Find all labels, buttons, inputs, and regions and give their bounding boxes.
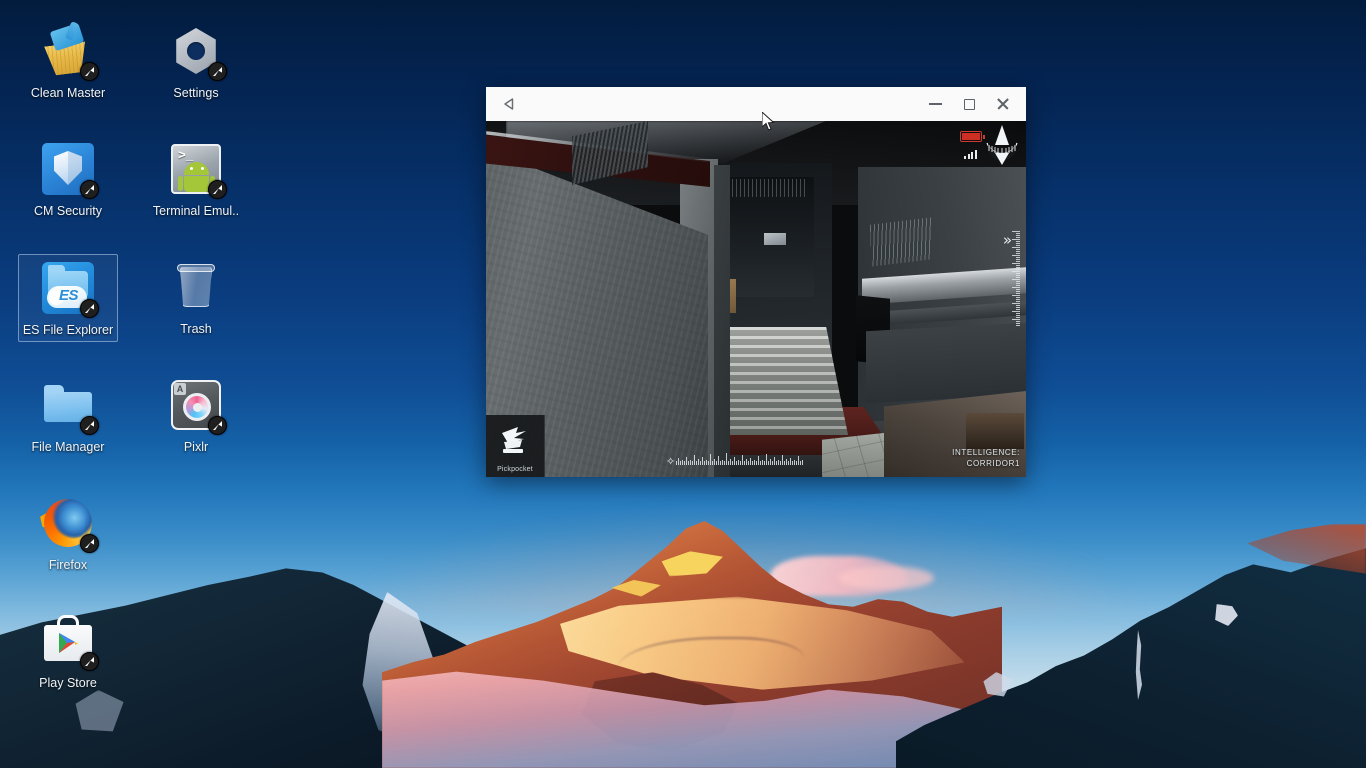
game-pillar-edge [714, 165, 730, 477]
desktop-icon-label: Terminal Emul.. [152, 204, 240, 218]
window-titlebar[interactable] [486, 87, 1026, 121]
play-triangle-icon [59, 633, 78, 653]
window-controls [918, 89, 1026, 119]
signal-bars-icon [964, 148, 978, 159]
desktop-icon-grid: Clean Master Settings CM Security >_ Ter… [0, 0, 270, 760]
objective-readout: INTELLIGENCE: CORRIDOR1 [952, 447, 1020, 469]
shortcut-arrow-icon [80, 299, 99, 318]
vertical-tick-scale [1010, 231, 1020, 357]
game-right-panel [866, 322, 1026, 404]
desktop-icon-label: Pixlr [183, 440, 209, 454]
desktop-icon-terminal-emulator[interactable]: >_ Terminal Emul.. [146, 136, 246, 222]
desktop-icon-label: CM Security [33, 204, 103, 218]
desktop-icon-clean-master[interactable]: Clean Master [18, 18, 118, 104]
desktop-icon-firefox[interactable]: Firefox [18, 490, 118, 576]
es-folder-cloud-icon: ES [39, 259, 99, 318]
desktop-icon-label: File Manager [31, 440, 105, 454]
desktop-icon-label: ES File Explorer [22, 323, 114, 337]
scale-marker-chevron-icon: » [1002, 231, 1012, 249]
shortcut-arrow-icon [80, 416, 99, 435]
gear-nut-icon [167, 22, 227, 81]
desktop-icon-settings[interactable]: Settings [146, 18, 246, 104]
desktop-icon-pixlr[interactable]: A Pixlr [146, 372, 246, 458]
terminal-android-icon: >_ [167, 140, 227, 199]
game-app-window[interactable]: » ✧ Pickpocket INTELLIGENCE: CORRIDOR1 [486, 87, 1026, 477]
compass-arc-icon [982, 123, 1022, 167]
game-right-dark-box [966, 413, 1024, 449]
desktop-icon-play-store[interactable]: Play Store [18, 608, 118, 694]
titlebar-left-group [486, 93, 521, 115]
shortcut-arrow-icon [208, 180, 227, 199]
light-gem-icon: ✧ [666, 456, 676, 468]
close-icon [996, 97, 1010, 111]
game-viewport[interactable]: » ✧ Pickpocket INTELLIGENCE: CORRIDOR1 [486, 121, 1026, 477]
ability-slot-pickpocket[interactable]: Pickpocket [486, 415, 545, 477]
shortcut-arrow-icon [80, 62, 99, 81]
desktop-icon-label: Clean Master [30, 86, 106, 100]
minimize-button[interactable] [918, 89, 952, 119]
folder-icon [39, 376, 99, 435]
desktop-icon-es-file-explorer[interactable]: ES ES File Explorer [18, 254, 118, 342]
desktop-icon-label: Play Store [39, 676, 97, 690]
wallpaper-crevasse [617, 636, 804, 694]
trash-bin-icon [167, 258, 225, 316]
close-button[interactable] [986, 89, 1020, 119]
objective-line-1: INTELLIGENCE: [952, 448, 1020, 457]
game-far-screen [764, 233, 786, 245]
ability-label: Pickpocket [497, 466, 533, 473]
broom-icon [39, 21, 99, 81]
shortcut-arrow-icon [80, 652, 99, 671]
shortcut-arrow-icon [208, 62, 227, 81]
desktop-icon-label: Settings [173, 86, 219, 100]
desktop-icon-cm-security[interactable]: CM Security [18, 136, 118, 222]
play-store-bag-icon [39, 612, 99, 671]
desktop-icon-label: Trash [180, 322, 212, 336]
maximize-button[interactable] [952, 89, 986, 119]
pickpocket-hand-icon [496, 423, 534, 464]
shortcut-arrow-icon [80, 180, 99, 199]
game-right-grate [870, 217, 932, 267]
firefox-icon [39, 494, 99, 553]
minimize-icon [928, 103, 942, 105]
shield-icon [39, 140, 99, 199]
light-level-meter [676, 451, 836, 465]
shortcut-arrow-icon [80, 534, 99, 553]
desktop-icon-label: Firefox [48, 558, 88, 572]
desktop-icon-trash[interactable]: Trash [146, 254, 246, 340]
battery-low-icon [960, 131, 985, 142]
objective-line-2: CORRIDOR1 [966, 459, 1020, 468]
wallpaper-main-peak [382, 516, 1002, 768]
maximize-icon [963, 98, 975, 110]
shortcut-arrow-icon [208, 416, 227, 435]
camera-lens-icon: A [167, 376, 227, 435]
desktop-icon-file-manager[interactable]: File Manager [18, 372, 118, 458]
desktop-screen: Clean Master Settings CM Security >_ Ter… [0, 0, 1366, 768]
back-triangle-icon[interactable] [499, 93, 521, 115]
